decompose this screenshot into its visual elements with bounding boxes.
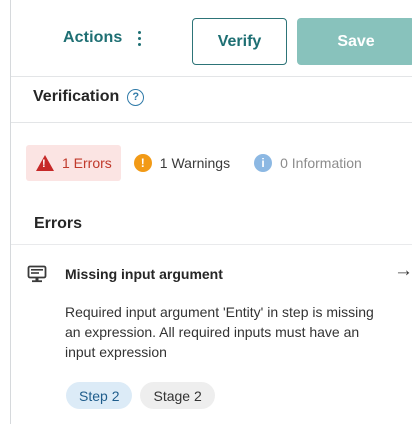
- filter-errors-label: 1 Errors: [62, 155, 112, 171]
- actions-label: Actions: [63, 29, 123, 46]
- errors-heading: Errors: [34, 215, 83, 232]
- filter-warnings-label: 1 Warnings: [159, 155, 231, 171]
- errors-divider: [11, 244, 412, 245]
- error-list-item[interactable]: Missing input argument → Required input …: [11, 250, 412, 420]
- section-divider: [11, 122, 412, 123]
- filter-information-chip[interactable]: i 0 Information: [254, 145, 362, 181]
- help-icon[interactable]: ?: [127, 88, 145, 106]
- verify-button[interactable]: Verify: [192, 18, 287, 65]
- stage-tag[interactable]: Stage 2: [140, 382, 215, 409]
- error-location-tags: Step 2 Stage 2: [66, 382, 215, 409]
- verification-title: Verification: [33, 88, 120, 105]
- filter-errors-chip[interactable]: 1 Errors: [26, 145, 121, 181]
- actions-menu-button[interactable]: Actions: [63, 29, 143, 47]
- filter-information-label: 0 Information: [280, 155, 362, 171]
- save-button[interactable]: Save: [297, 18, 412, 65]
- severity-filter-bar: 1 Errors ! 1 Warnings i 0 Information: [26, 145, 362, 181]
- warning-circle-icon: !: [133, 154, 152, 172]
- monitor-icon: [27, 265, 47, 283]
- error-triangle-icon: [36, 155, 54, 171]
- panel-header: Actions Verify Save: [11, 0, 412, 78]
- verification-heading: Verification ?: [33, 88, 145, 106]
- arrow-right-icon[interactable]: →: [394, 260, 412, 282]
- step-tag[interactable]: Step 2: [66, 382, 133, 409]
- filter-warnings-chip[interactable]: ! 1 Warnings: [133, 145, 231, 181]
- error-description: Required input argument 'Entity' in step…: [65, 304, 374, 360]
- more-vertical-icon: [136, 30, 143, 47]
- error-title: Missing input argument: [65, 266, 223, 282]
- header-divider: [11, 76, 412, 77]
- info-circle-icon: i: [254, 154, 273, 172]
